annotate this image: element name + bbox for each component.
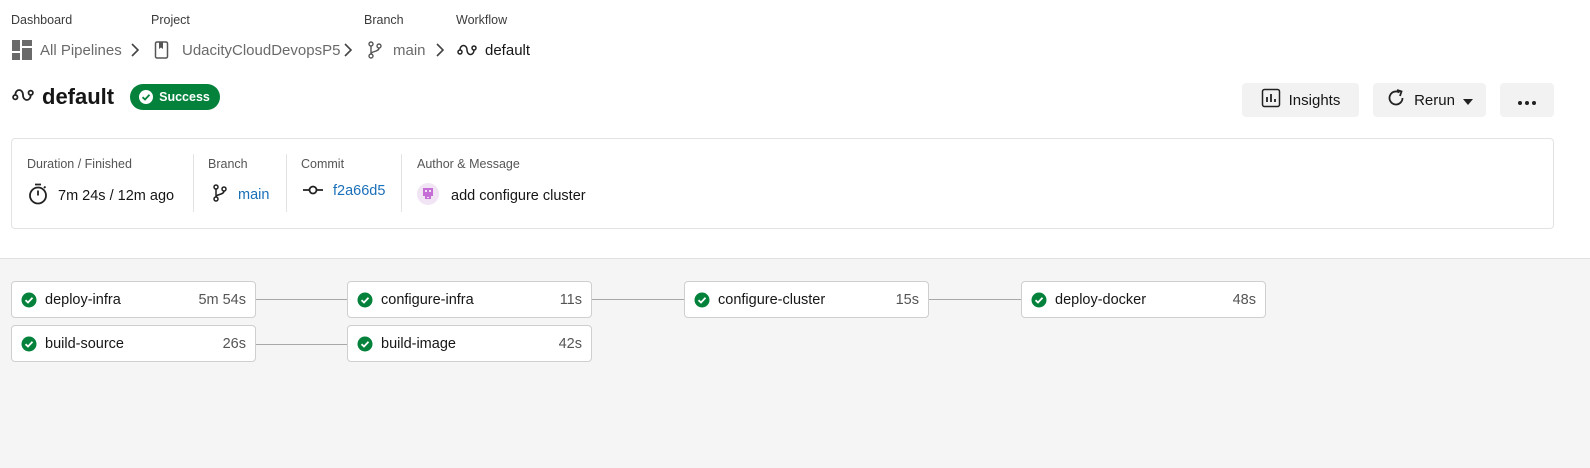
job-build-source[interactable]: build-source 26s [11, 325, 256, 362]
commit-message: add configure cluster [451, 188, 586, 204]
summary-branch-label: Branch [208, 157, 248, 171]
breadcrumb-dashboard-value: All Pipelines [40, 41, 122, 59]
breadcrumb-project-value: UdacityCloudDevopsP5 [182, 41, 341, 59]
avatar[interactable] [417, 183, 439, 209]
job-name: configure-cluster [718, 291, 826, 308]
page-header: default Success [12, 84, 220, 110]
job-duration: 48s [1232, 291, 1256, 308]
job-name: build-source [45, 335, 124, 352]
chevron-right-icon [436, 43, 445, 57]
refresh-icon [1386, 88, 1406, 112]
job-connector [256, 299, 347, 300]
breadcrumb-branch[interactable]: main [367, 39, 426, 61]
job-duration: 42s [558, 335, 582, 352]
workflow-summary-card: Duration / Finished 7m 24s / 12m ago Bra… [11, 138, 1554, 229]
status-badge: Success [130, 84, 220, 110]
job-deploy-infra[interactable]: deploy-infra 5m 54s [11, 281, 256, 318]
workflow-graph: deploy-infra 5m 54s build-source 26s con… [0, 258, 1590, 468]
duration-separator: / [109, 188, 114, 204]
branch-icon [367, 41, 383, 59]
breadcrumb-workflow-value: default [485, 41, 531, 59]
finished-text: 12m ago [117, 188, 175, 204]
project-bookmark-icon [154, 41, 170, 59]
summary-divider [286, 154, 287, 212]
summary-author-value: add configure cluster [417, 183, 586, 209]
job-duration: 15s [895, 291, 919, 308]
more-horizontal-icon [1518, 92, 1536, 109]
breadcrumb-project-label: Project [151, 13, 190, 27]
job-duration: 11s [559, 291, 582, 308]
summary-divider [193, 154, 194, 212]
check-circle-icon [139, 90, 154, 104]
summary-duration-value: 7m 24s / 12m ago [28, 183, 174, 209]
more-options-button[interactable] [1500, 83, 1554, 117]
status-badge-label: Success [159, 90, 210, 104]
job-duration: 26s [222, 335, 246, 352]
job-configure-cluster[interactable]: configure-cluster 15s [684, 281, 929, 318]
page-title: default [42, 84, 115, 109]
job-duration: 5m 54s [198, 291, 246, 308]
breadcrumb-all-pipelines[interactable]: All Pipelines [12, 39, 122, 61]
summary-commit-value[interactable]: f2a66d5 [303, 183, 385, 199]
check-circle-icon [21, 336, 37, 351]
insights-button-label: Insights [1288, 91, 1341, 109]
job-configure-infra[interactable]: configure-infra 11s [347, 281, 592, 318]
workflow-icon [12, 86, 34, 109]
insights-button[interactable]: Insights [1242, 83, 1359, 117]
duration-text: 7m 24s [58, 188, 106, 204]
job-deploy-docker[interactable]: deploy-docker 48s [1021, 281, 1266, 318]
summary-commit-label: Commit [301, 157, 345, 171]
job-connector [256, 344, 347, 345]
job-connector [929, 299, 1021, 300]
breadcrumb-branch-value: main [393, 41, 426, 59]
check-circle-icon [1031, 292, 1047, 307]
check-circle-icon [357, 336, 373, 351]
commit-icon [303, 183, 323, 199]
job-name: build-image [381, 335, 456, 352]
breadcrumb-dashboard-label: Dashboard [11, 13, 73, 27]
job-name: configure-infra [381, 291, 474, 308]
bar-chart-icon [1261, 88, 1281, 112]
job-name: deploy-infra [45, 291, 121, 308]
check-circle-icon [357, 292, 373, 307]
job-name: deploy-docker [1055, 291, 1147, 308]
workflow-icon [457, 42, 477, 58]
summary-divider [401, 154, 402, 212]
breadcrumb-workflow[interactable]: default [457, 39, 530, 61]
commit-link[interactable]: f2a66d5 [333, 183, 385, 199]
breadcrumb-project[interactable]: UdacityCloudDevopsP5 [154, 39, 340, 61]
summary-duration-label: Duration / Finished [27, 157, 132, 171]
rerun-button[interactable]: Rerun [1373, 83, 1486, 117]
rerun-button-label: Rerun [1414, 91, 1455, 109]
chevron-right-icon [344, 43, 353, 57]
job-build-image[interactable]: build-image 42s [347, 325, 592, 362]
breadcrumb-workflow-label: Workflow [456, 13, 508, 27]
chevron-right-icon [131, 43, 140, 57]
summary-branch-value[interactable]: main [212, 183, 269, 207]
summary-author-label: Author & Message [417, 157, 520, 171]
caret-down-icon [1462, 92, 1473, 109]
branch-link[interactable]: main [238, 187, 269, 203]
check-circle-icon [694, 292, 710, 307]
dashboard-grid-icon [12, 40, 32, 60]
job-connector [592, 299, 684, 300]
breadcrumb-branch-label: Branch [364, 13, 404, 27]
check-circle-icon [21, 292, 37, 307]
stopwatch-icon [28, 183, 48, 209]
branch-icon [212, 183, 228, 207]
